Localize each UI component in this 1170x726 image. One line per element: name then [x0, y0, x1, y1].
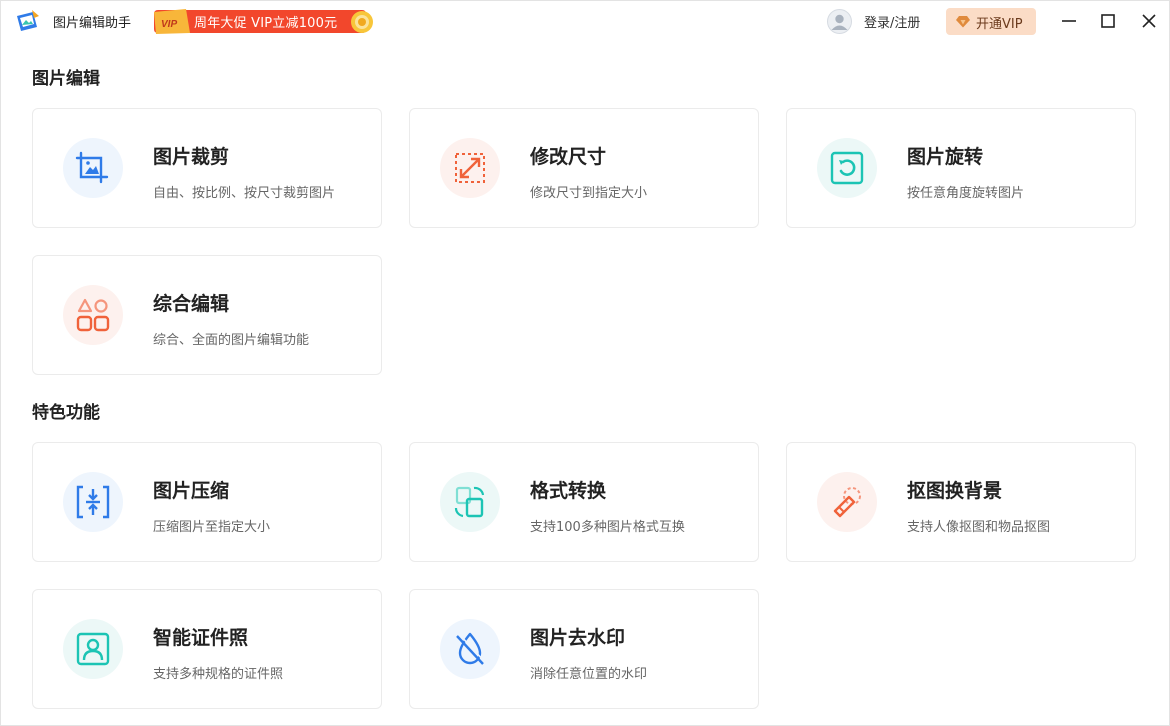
compress-icon-bg	[63, 472, 123, 532]
crop-icon	[75, 151, 109, 184]
card-title: 修改尺寸	[530, 146, 607, 168]
card-desc: 压缩图片至指定大小	[153, 520, 271, 535]
card-desc: 自由、按比例、按尺寸裁剪图片	[153, 186, 336, 201]
section-title-features: 特色功能	[32, 403, 100, 423]
shapes-icon	[76, 298, 110, 332]
card-compress[interactable]: 图片压缩 压缩图片至指定大小	[32, 442, 382, 562]
crop-icon-bg	[63, 138, 123, 198]
card-title: 格式转换	[530, 480, 607, 502]
card-format-convert[interactable]: 格式转换 支持100多种图片格式互换	[409, 442, 759, 562]
card-remove-watermark[interactable]: 图片去水印 消除任意位置的水印	[409, 589, 759, 709]
close-icon[interactable]	[1139, 11, 1159, 31]
rotate-icon	[830, 151, 864, 185]
card-title: 图片压缩	[153, 480, 230, 502]
card-desc: 消除任意位置的水印	[530, 667, 648, 682]
card-desc: 修改尺寸到指定大小	[530, 186, 648, 201]
convert-icon-bg	[440, 472, 500, 532]
cutout-icon-bg	[817, 472, 877, 532]
section-title-image-edit: 图片编辑	[32, 69, 100, 89]
app-logo-icon	[17, 10, 39, 31]
open-vip-button[interactable]: 开通VIP	[946, 8, 1036, 35]
minimize-icon[interactable]	[1059, 11, 1079, 31]
card-desc: 按任意角度旋转图片	[907, 186, 1025, 201]
card-title: 智能证件照	[153, 627, 249, 649]
card-title: 图片去水印	[530, 627, 626, 649]
id-photo-icon-bg	[63, 619, 123, 679]
card-comprehensive-edit[interactable]: 综合编辑 综合、全面的图片编辑功能	[32, 255, 382, 375]
convert-icon	[454, 486, 485, 518]
card-title: 抠图换背景	[907, 480, 1003, 502]
card-cutout[interactable]: 抠图换背景 支持人像抠图和物品抠图	[786, 442, 1136, 562]
resize-icon-bg	[440, 138, 500, 198]
card-title: 图片裁剪	[153, 146, 230, 168]
card-title: 图片旋转	[907, 146, 984, 168]
card-resize[interactable]: 修改尺寸 修改尺寸到指定大小	[409, 108, 759, 228]
app-title: 图片编辑助手	[53, 16, 132, 31]
card-crop[interactable]: 图片裁剪 自由、按比例、按尺寸裁剪图片	[32, 108, 382, 228]
login-register-link[interactable]: 登录/注册	[864, 12, 920, 31]
promo-text: 周年大促 VIP立减100元	[194, 16, 338, 31]
card-desc: 支持100多种图片格式互换	[530, 520, 685, 535]
rotate-icon-bg	[817, 138, 877, 198]
vip-label: 开通VIP	[976, 17, 1023, 32]
maximize-icon[interactable]	[1098, 11, 1118, 31]
vip-gem-icon	[956, 16, 970, 28]
resize-icon	[455, 153, 485, 183]
card-desc: 支持人像抠图和物品抠图	[907, 520, 1051, 535]
shapes-icon-bg	[63, 285, 123, 345]
card-title: 综合编辑	[153, 293, 230, 315]
card-id-photo[interactable]: 智能证件照 支持多种规格的证件照	[32, 589, 382, 709]
user-avatar-icon[interactable]	[827, 9, 852, 34]
promo-vip-badge: VIP	[161, 19, 177, 30]
card-rotate[interactable]: 图片旋转 按任意角度旋转图片	[786, 108, 1136, 228]
cutout-icon	[833, 487, 861, 518]
remove-watermark-icon-bg	[440, 619, 500, 679]
title-bar: 图片编辑助手 VIP 周年大促 VIP立减100元 登录/注册 开通VIP	[1, 1, 1170, 41]
promo-banner[interactable]: VIP 周年大促 VIP立减100元	[152, 8, 376, 35]
remove-watermark-icon	[456, 632, 486, 665]
card-desc: 支持多种规格的证件照	[153, 667, 284, 682]
id-photo-icon	[76, 632, 110, 666]
compress-icon	[76, 485, 110, 519]
card-desc: 综合、全面的图片编辑功能	[153, 333, 310, 348]
